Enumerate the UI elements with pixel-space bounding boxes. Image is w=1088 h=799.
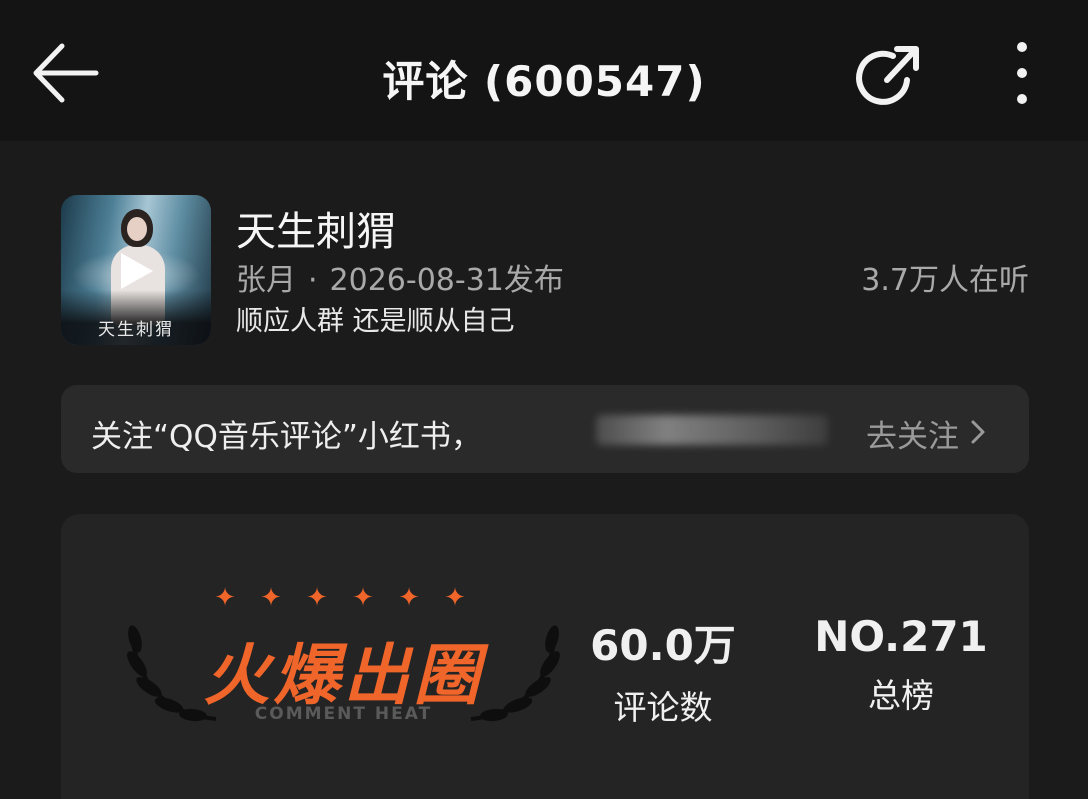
more-vertical-icon <box>1017 42 1027 104</box>
star-icon: ✦ <box>398 583 420 613</box>
album-cover[interactable]: 天生刺猬 <box>61 195 211 345</box>
song-meta: 张月 · 2026-08-31发布 <box>236 255 564 299</box>
rank-stat[interactable]: NO.271 总榜 <box>811 612 991 717</box>
star-icon: ✦ <box>214 583 236 613</box>
listener-count: 3.7万人在听 <box>861 263 1029 298</box>
song-info: 天生刺猬 天生刺猬 张月 · 2026-08-31发布 3.7万人在听 顺应人群 还… <box>61 195 1029 345</box>
follow-link-label: 去关注 <box>866 419 959 455</box>
heat-badge: ✦ ✦ ✦ ✦ ✦ ✦ 火爆出圈 COMMENT HEAT <box>121 584 566 734</box>
chevron-right-icon <box>971 420 985 444</box>
cover-art-face <box>127 217 147 241</box>
star-icon: ✦ <box>352 583 374 613</box>
follow-notice-banner[interactable]: 关注“QQ音乐评论”小红书， 去关注 <box>61 385 1029 473</box>
star-icon: ✦ <box>444 583 466 613</box>
top-bar: 评论 (600547) <box>0 0 1088 141</box>
share-icon <box>856 46 919 105</box>
heat-badge-subtitle: COMMENT HEAT <box>254 704 433 724</box>
rank-label: 总榜 <box>868 676 934 715</box>
blurred-text <box>596 415 828 445</box>
song-title[interactable]: 天生刺猬 <box>236 199 396 257</box>
notice-text: 关注“QQ音乐评论”小红书， <box>91 419 482 455</box>
more-button[interactable] <box>1005 40 1039 106</box>
artist-name[interactable]: 张月 <box>236 263 296 298</box>
play-icon[interactable] <box>121 253 153 289</box>
share-button[interactable] <box>855 40 925 110</box>
comment-count-value: 60.0万 <box>590 621 736 670</box>
cover-title-text: 天生刺猬 <box>98 320 174 340</box>
star-row: ✦ ✦ ✦ ✦ ✦ ✦ <box>211 584 471 612</box>
star-icon: ✦ <box>306 583 328 613</box>
comment-count-label: 评论数 <box>613 688 713 727</box>
meta-separator: · <box>308 263 318 298</box>
comment-count-stat: 60.0万 评论数 <box>579 612 747 729</box>
comment-heat-card: ✦ ✦ ✦ ✦ ✦ ✦ 火爆出圈 COMMENT HEAT 60.0万 评论数 … <box>61 514 1029 799</box>
star-icon: ✦ <box>260 583 282 613</box>
release-date: 2026-08-31发布 <box>329 263 564 298</box>
song-description: 顺应人群 还是顺从自己 <box>236 306 515 337</box>
rank-value: NO.271 <box>814 612 988 661</box>
